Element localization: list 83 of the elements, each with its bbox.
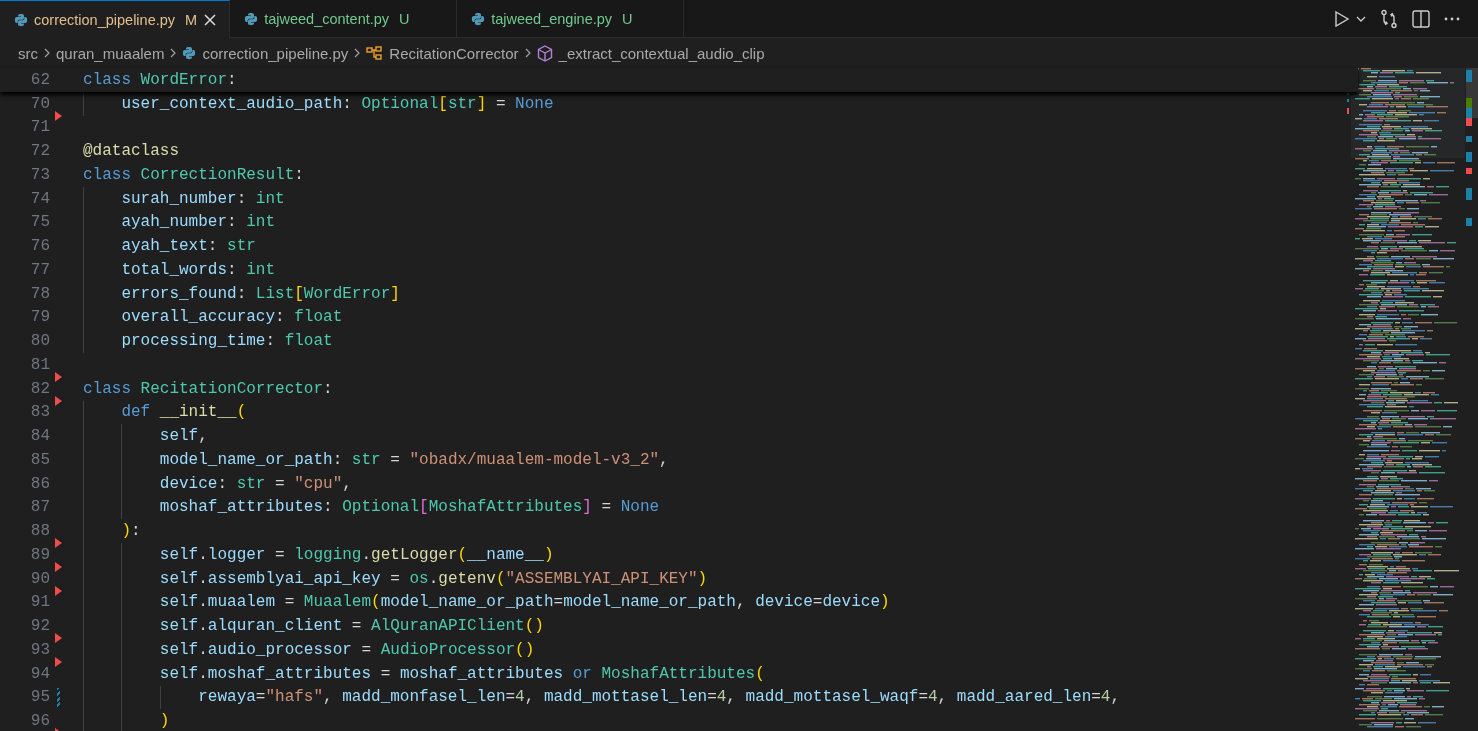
code-line: total_words: int <box>120 260 276 279</box>
code-line: ayah_number: int <box>120 213 276 232</box>
line-number: 92 <box>29 617 50 636</box>
deleted-lines-marker[interactable] <box>55 633 62 643</box>
line-number: 62 <box>29 70 50 89</box>
line-number: 73 <box>29 165 50 184</box>
editor-tab[interactable]: correction_pipeline.py M <box>0 0 231 38</box>
code-line: surah_number: int <box>120 189 285 208</box>
line-number: 80 <box>29 332 50 351</box>
line-number: 90 <box>29 569 50 588</box>
line-number: 84 <box>29 427 50 446</box>
line-number: 96 <box>29 712 50 731</box>
line-number: 93 <box>29 640 50 659</box>
split-editor-icon[interactable] <box>1412 9 1430 28</box>
deleted-lines-marker[interactable] <box>55 395 62 406</box>
line-number: 86 <box>29 474 50 493</box>
code-line: self.muaalem = Muaalem(model_name_or_path=model_name_or_path, device=device) <box>158 593 890 612</box>
line-number: 87 <box>29 498 50 517</box>
line-number: 85 <box>29 450 50 469</box>
code-line: ) <box>158 712 170 731</box>
line-number: 77 <box>29 260 50 279</box>
code-line: class CorrectionResult: <box>83 165 304 184</box>
compare-changes-icon[interactable] <box>1380 8 1398 29</box>
deleted-lines-marker[interactable] <box>55 371 62 382</box>
code-line: self.audio_processor = AudioProcessor() <box>158 640 535 659</box>
deleted-lines-marker[interactable] <box>55 538 62 548</box>
close-icon[interactable] <box>203 12 218 27</box>
line-number: 95 <box>29 688 50 707</box>
chevron-right-icon <box>42 46 52 60</box>
deleted-lines-marker[interactable] <box>55 110 62 121</box>
deleted-lines-marker[interactable] <box>55 656 62 667</box>
line-number: 75 <box>29 213 50 232</box>
code-line: user_context_audio_path: Optional[str] = None <box>120 94 554 113</box>
python-icon <box>244 11 259 26</box>
breadcrumb-item[interactable]: src <box>18 44 38 62</box>
line-number: 81 <box>29 355 50 374</box>
code-line: class WordError: <box>83 70 237 89</box>
more-icon[interactable] <box>1444 16 1460 21</box>
code-line: self, <box>158 427 208 446</box>
python-icon <box>14 12 28 27</box>
python-icon <box>182 46 197 60</box>
line-number: 94 <box>29 664 50 683</box>
code-line: self.moshaf_attributes = moshaf_attributes or MoshafAttributes( <box>158 664 765 683</box>
code-line: class RecitationCorrector: <box>83 379 333 398</box>
minimap-drawing[interactable] <box>1347 68 1465 730</box>
line-number: 88 <box>29 522 50 541</box>
breadcrumb-item[interactable]: RecitationCorrector <box>389 44 519 62</box>
run-icon[interactable] <box>1334 9 1350 28</box>
deleted-lines-marker[interactable] <box>55 585 62 596</box>
line-number: 91 <box>29 593 50 612</box>
code-line: overall_accuracy: float <box>120 308 343 327</box>
code-line: errors_found: List[WordError] <box>120 284 400 303</box>
line-number: 78 <box>29 284 50 303</box>
line-number: 79 <box>29 308 50 327</box>
chevron-down-icon[interactable] <box>1356 14 1366 23</box>
line-number: 89 <box>29 545 50 564</box>
breadcrumb-item[interactable]: correction_pipeline.py <box>202 44 349 62</box>
line-number: 72 <box>29 142 50 161</box>
code-line: processing_time: float <box>120 332 333 351</box>
code-line: ): <box>120 522 141 541</box>
breadcrumb-item[interactable]: quran_muaalem <box>56 44 165 62</box>
code-line: @dataclass <box>83 142 179 161</box>
code-line: ayah_text: str <box>120 237 256 256</box>
code-line: self.alquran_client = AlQuranAPIClient() <box>158 617 544 636</box>
line-number: 70 <box>29 94 50 113</box>
deleted-lines-marker[interactable] <box>55 561 62 572</box>
line-number: 82 <box>29 379 50 398</box>
code-line: rewaya="hafs", madd_monfasel_len=4, madd_mottasel_len=4, madd_mottasel_waqf=4, madd_aared_len=4, <box>197 688 1121 707</box>
modified-line-marker[interactable] <box>57 687 60 708</box>
class-icon <box>366 46 384 60</box>
line-number: 74 <box>29 189 50 208</box>
line-number: 76 <box>29 237 50 256</box>
code-line: moshaf_attributes: Optional[MoshafAttributes] = None <box>158 498 660 517</box>
code-line: def __init__( <box>120 403 247 422</box>
cube-icon <box>536 44 553 62</box>
code-line: device: str = "cpu", <box>158 474 352 493</box>
line-number: 83 <box>29 403 50 422</box>
python-icon <box>471 11 486 26</box>
breadcrumb-item[interactable]: _extract_contextual_audio_clip <box>558 44 765 62</box>
code-line: self.assemblyai_api_key = os.getenv("ASSEMBLYAI_API_KEY") <box>158 569 708 588</box>
line-number: 71 <box>29 118 50 137</box>
code-line: self.logger = logging.getLogger(__name__) <box>158 545 554 564</box>
code-line: model_name_or_path: str = "obadx/muaalem-model-v3_2", <box>158 450 669 469</box>
